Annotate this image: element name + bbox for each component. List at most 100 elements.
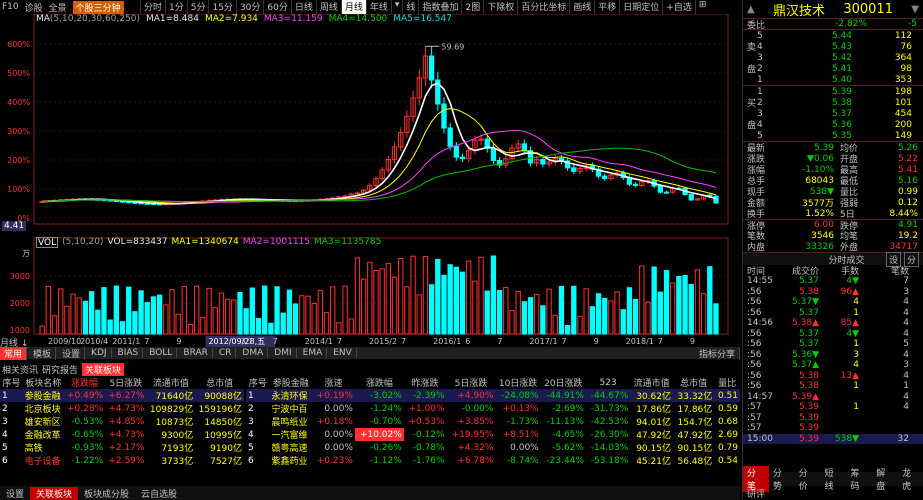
indicator-tab[interactable]: BRAR xyxy=(179,348,213,358)
tick-row[interactable]: 14:57 5.39▲ 4 xyxy=(743,392,923,403)
sector-col-header[interactable]: 总市值 xyxy=(195,376,244,389)
stock-col-header[interactable]: 参股金融 xyxy=(269,376,312,389)
tick-row[interactable]: :56 5.37▲ 4 3 xyxy=(743,360,923,371)
tick-row[interactable]: :56 5.36▼ 3 4 xyxy=(743,350,923,361)
indicator-tab[interactable]: DMA xyxy=(238,348,269,358)
toolbar-item[interactable]: +自选 xyxy=(662,0,695,14)
stock-row[interactable]: 1 永清环保 +0.19% -3.02% -2.39% +4.90% -24.08% -44.… xyxy=(246,389,740,402)
quote-footer-tab[interactable]: 分势 xyxy=(769,466,795,492)
stock-col-header[interactable]: 总市值 xyxy=(673,376,714,389)
indicator-tab[interactable]: KDJ xyxy=(87,348,112,358)
tick-row[interactable]: 14:55 5.37 4▼ 7 xyxy=(743,276,923,287)
tick-row[interactable]: :56 5.37 4▼ 4 xyxy=(743,329,923,340)
toolbar-item[interactable]: 日线 xyxy=(290,0,316,14)
tick-row[interactable]: :56 5.37 1 4 xyxy=(743,308,923,319)
research-label[interactable]: 研评 xyxy=(747,487,765,500)
tick-row[interactable]: :57 5.39 xyxy=(743,423,923,434)
toolbar-item[interactable]: 60分 xyxy=(263,0,290,14)
indicator-tab[interactable]: 指标分享 xyxy=(695,346,740,360)
sector-row[interactable]: 3 雄安新区 -0.53% +4.85% 10873亿 14850亿 xyxy=(0,415,244,429)
footer-tab[interactable]: 关联板块 xyxy=(30,486,79,500)
buy-level[interactable]: 5 5.35 149 xyxy=(743,130,923,141)
sector-col-header[interactable]: 流通市值 xyxy=(146,376,195,389)
sell-level[interactable]: 卖 4 5.43 76 xyxy=(743,41,923,54)
sector-row[interactable]: 2 北京板块 +0.28% +4.73% 109829亿 159196亿 xyxy=(0,402,244,416)
menu-three-minute[interactable]: 个股三分钟 xyxy=(72,0,124,14)
tick-row[interactable]: :56 5.37▼ 4 4 xyxy=(743,297,923,308)
stock-row[interactable]: 4 一汽富维 0.00% +10.02% -0.12% +19.95% +8.51% -4.6… xyxy=(246,428,740,441)
indicator-tab[interactable]: EMA xyxy=(299,348,328,358)
quote-footer-tab[interactable]: 分价 xyxy=(795,466,821,492)
sector-row[interactable]: 6 电子设备 -1.22% +2.59% 3733亿 7527亿 xyxy=(0,454,244,468)
sector-row[interactable]: 5 高铁 -0.93% +2.17% 7193亿 9190亿 xyxy=(0,441,244,455)
footer-tab[interactable]: 板块成分股 xyxy=(78,487,135,500)
stock-col-header[interactable]: 5日涨跌 xyxy=(447,376,496,389)
buy-level[interactable]: 1 5.39 198 xyxy=(743,86,923,97)
sector-col-header[interactable]: 5日涨跌 xyxy=(105,376,146,389)
quote-footer-tab[interactable]: 短线 xyxy=(821,466,847,492)
toolbar-item[interactable]: 周线 xyxy=(315,0,341,14)
buy-level[interactable]: 3 5.37 454 xyxy=(743,108,923,119)
arrow-down-icon[interactable]: ▼ xyxy=(911,4,919,15)
menu-diagnose[interactable]: 诊股 xyxy=(25,1,43,14)
stock-col-header[interactable]: 序号 xyxy=(246,376,269,389)
toolbar-item[interactable]: 平移 xyxy=(594,0,619,14)
stock-row[interactable]: 6 紫鑫药业 +0.23% -1.12% -1.76% +6.78% -8.74% -23.4… xyxy=(246,454,740,468)
sector-col-header[interactable]: 涨跌幅 xyxy=(64,376,105,389)
vol-label[interactable]: VOL xyxy=(36,237,59,248)
stock-col-header[interactable]: 20日涨跌 xyxy=(541,376,586,389)
footer-tab[interactable]: 设置 xyxy=(0,487,30,500)
kline-chart[interactable]: 600%500%400%300%200%100%0%300020001000万5… xyxy=(0,14,740,347)
info-tab[interactable]: 相关资讯 xyxy=(2,363,38,376)
toolbar-item[interactable]: 月线 xyxy=(340,0,366,14)
sector-col-header[interactable]: 序号 xyxy=(0,376,23,389)
toolbar-item[interactable]: ▾ xyxy=(390,0,403,14)
stock-row[interactable]: 2 宁波中百 0.00% -1.24% +1.00% -0.00% +0.13% -2.69%… xyxy=(246,402,740,416)
menu-f10[interactable]: F10 xyxy=(2,2,19,12)
toolbar-item[interactable]: 1分 xyxy=(165,0,187,14)
buy-level[interactable]: 盘 4 5.36 200 xyxy=(743,119,923,132)
tick-row[interactable]: 14:56 5.38▲ 85▲ 4 xyxy=(743,318,923,329)
menu-overview[interactable]: 全景 xyxy=(49,1,67,14)
info-tab[interactable]: 研究报告 xyxy=(42,363,78,376)
toolbar-item[interactable]: 下除权 xyxy=(483,0,517,14)
tick-list[interactable]: 时间 成交价 手数 笔数 14:55 5.37 4▼ 7:56 5.38 96▲ 3:56 5.37▼… xyxy=(743,265,923,444)
indicator-tab[interactable]: ENV xyxy=(329,348,357,358)
sector-row[interactable]: 1 参股金融 +0.49% +6.27% 71640亿 90088亿 xyxy=(0,389,244,402)
stock-row[interactable]: 5 赣粤高速 0.00% -0.26% -0.78% +4.32% 0.00% -5.62% -… xyxy=(246,441,740,455)
tick-row[interactable]: :57 5.39 1 4 xyxy=(743,402,923,413)
tick-row[interactable]: :56 5.37 1 5 xyxy=(743,339,923,350)
stock-row[interactable]: 3 晨鸣纸业 +0.18% -0.70% +0.53% +3.85% -1.73% -11.1… xyxy=(246,415,740,429)
arrow-up-icon[interactable]: ▲ xyxy=(747,4,755,15)
toolbar-item[interactable]: 日期定位 xyxy=(619,0,662,14)
indicator-tab[interactable]: 模板 xyxy=(29,346,57,360)
toolbar-item[interactable]: 年线 xyxy=(365,0,391,14)
stock-col-header[interactable]: 523 xyxy=(586,376,630,389)
sell-level[interactable]: 盘 2 5.41 98 xyxy=(743,63,923,76)
toolbar-item[interactable]: 2图 xyxy=(461,0,483,14)
sell-level[interactable]: 1 5.40 353 xyxy=(743,74,923,85)
toolbar-item[interactable]: 30分 xyxy=(235,0,263,14)
sector-row[interactable]: 4 金融改革 -0.65% +4.73% 9300亿 10995亿 xyxy=(0,428,244,442)
quote-footer-tab[interactable]: 筹码 xyxy=(846,466,872,492)
footer-tab[interactable]: 云自选股 xyxy=(135,487,183,500)
indicator-tab[interactable]: BIAS xyxy=(114,348,144,358)
toolbar-item[interactable]: 15分 xyxy=(208,0,235,14)
indicator-tab[interactable]: BOLL xyxy=(145,348,178,358)
stock-col-header[interactable]: 流通市值 xyxy=(630,376,673,389)
indicator-tab[interactable]: DMI xyxy=(270,348,297,358)
sell-level[interactable]: 5 5.44 112 xyxy=(743,30,923,41)
tick-row[interactable]: 15:00 5.39 538▼ 32 xyxy=(743,433,923,444)
toolbar-item[interactable]: 分时 xyxy=(140,0,165,14)
sell-level[interactable]: 3 5.42 364 xyxy=(743,52,923,63)
toolbar-item[interactable]: 线 xyxy=(402,0,418,14)
tick-row[interactable]: :57 5.39 xyxy=(743,413,923,424)
toolbar-item[interactable]: ⊞ xyxy=(694,0,710,14)
tick-row[interactable]: :56 5.38 1 1 xyxy=(743,381,923,392)
tick-row[interactable]: :56 5.38 13▲ 4 xyxy=(743,371,923,382)
indicator-tab[interactable]: 常用 xyxy=(0,346,28,360)
info-tab[interactable]: 关联板块 xyxy=(82,363,125,376)
toolbar-item[interactable]: 指数叠加 xyxy=(418,0,461,14)
toolbar-item[interactable]: 画线 xyxy=(569,0,594,14)
stock-col-header[interactable]: 涨速 xyxy=(312,376,355,389)
